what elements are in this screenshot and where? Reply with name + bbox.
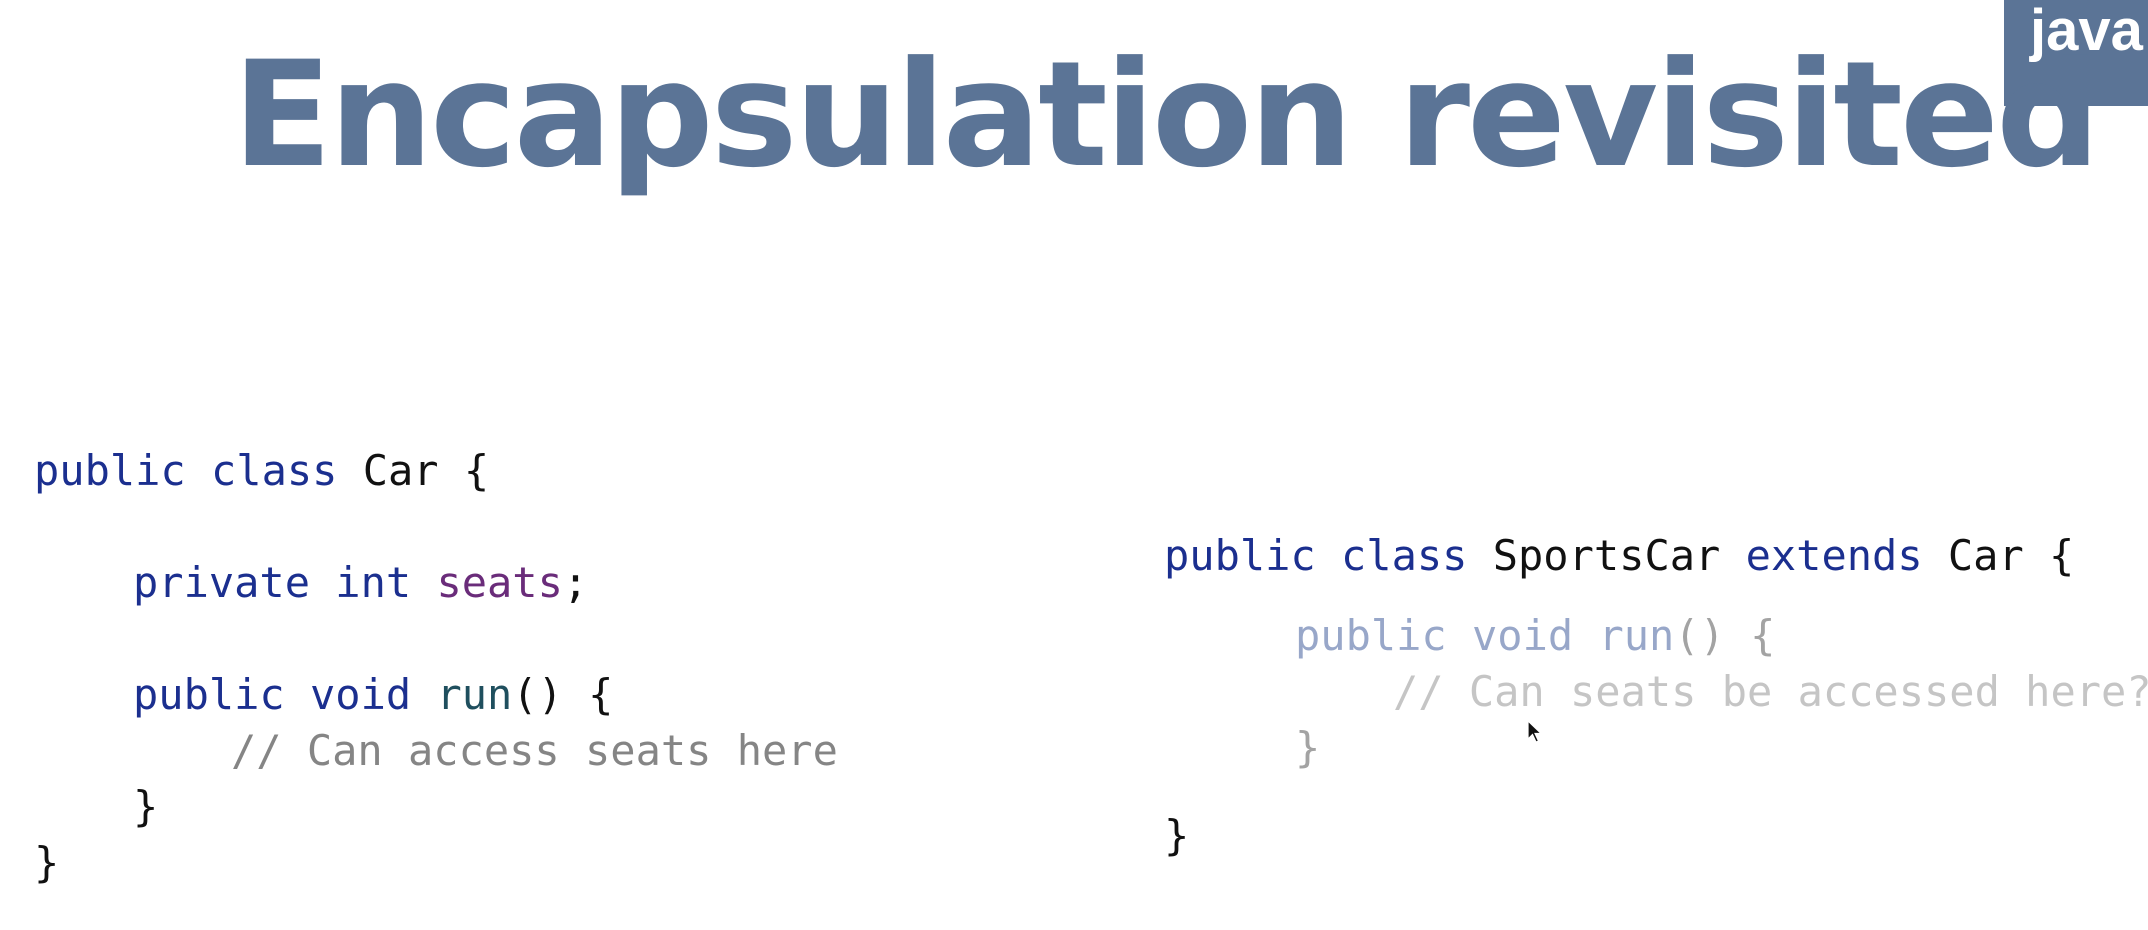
code-line: private int seats; xyxy=(133,555,588,611)
class-name: Car xyxy=(1947,531,2024,580)
code-punctuation: } xyxy=(133,782,159,831)
code-line: } xyxy=(1295,720,1320,776)
code-punctuation: ; xyxy=(562,558,589,607)
code-keyword: public void xyxy=(133,670,437,719)
code-line: } xyxy=(133,779,158,835)
car-class-code: public class Car { private int seats; pu… xyxy=(34,443,838,887)
method-name: run xyxy=(1598,611,1675,660)
code-line: public class SportsCar extends Car { xyxy=(1164,528,2074,584)
code-line: public class Car { xyxy=(34,443,489,499)
code-punctuation: } xyxy=(34,838,60,887)
code-line: // Can seats be accessed here? xyxy=(1393,664,2148,720)
code-line: } xyxy=(1164,808,1189,864)
code-line: } xyxy=(34,835,59,891)
code-punctuation: () { xyxy=(1674,611,1776,660)
class-name: Car xyxy=(362,446,439,495)
sportscar-class-code: public class SportsCar extends Car { pub… xyxy=(1164,528,2148,871)
slide-title: Encapsulation revisited xyxy=(232,30,2100,200)
code-keyword: public class xyxy=(34,446,363,495)
code-punctuation: } xyxy=(1164,811,1190,860)
code-keyword: public class xyxy=(1164,531,1493,580)
method-name: run xyxy=(436,670,513,719)
code-line: // Can access seats here xyxy=(231,723,838,779)
field-name: seats xyxy=(436,558,563,607)
code-comment: // Can seats be accessed here? xyxy=(1393,667,2148,716)
slide: java Encapsulation revisited public clas… xyxy=(0,0,2148,930)
code-punctuation: () { xyxy=(512,670,614,719)
code-keyword: public void xyxy=(1295,611,1599,660)
mouse-pointer-icon xyxy=(1527,720,1543,743)
code-line: public void run() { xyxy=(133,667,613,723)
code-keyword: private int xyxy=(133,558,437,607)
code-line: public void run() { xyxy=(1295,608,1775,664)
code-punctuation: { xyxy=(438,446,490,495)
code-punctuation: } xyxy=(1295,723,1321,772)
code-keyword: extends xyxy=(1720,531,1948,580)
code-comment: // Can access seats here xyxy=(231,726,838,775)
code-punctuation: { xyxy=(2023,531,2075,580)
class-name: SportsCar xyxy=(1492,531,1721,580)
